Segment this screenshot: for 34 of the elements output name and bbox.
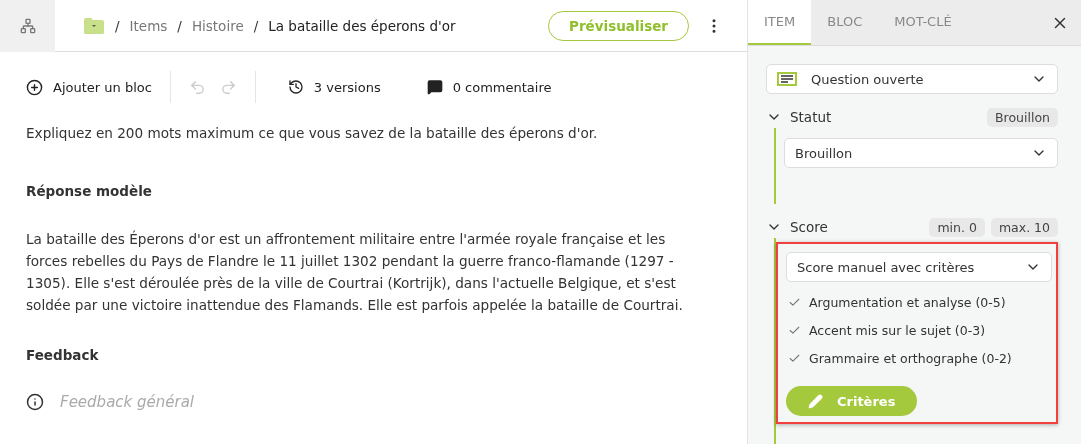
criterion-label: Argumentation et analyse (0-5) [809,294,1006,310]
status-section-toggle[interactable]: Statut [766,109,832,125]
panel-tab[interactable]: ITEM [748,0,812,45]
breadcrumb-link[interactable]: Items [129,17,168,34]
min-score-badge: min. 0 [929,217,985,237]
comments-button[interactable]: 0 commentaire [426,79,552,95]
feedback-heading: Feedback [26,346,100,365]
status-badge: Brouillon [987,107,1058,127]
model-answer-text: La bataille des Éperons d'or est un affrontement militaire entre l'armée royale française et les forces rebelles du Pays de Flandre le 11 juillet 1302 pendant la guerre franco-flamande (1297 - 1305). Elle s'est déroulée près de la ville de Courtrai (Kortrijk), dans l'actuelle Belgique, et s'est soldée par une victoire inattendue des Flamands. Elle est parfois appelée la bataille de Courtrai. [26,229,684,315]
add-block-button[interactable]: Ajouter un bloc [26,78,152,96]
tree-icon [19,17,36,34]
status-select[interactable]: Brouillon [784,138,1058,168]
question-text: Expliquez en 200 mots maximum ce que vous savez de la bataille des éperons d'or. [26,124,599,143]
criterion-label: Grammaire et orthographe (0-2) [809,350,1012,366]
score-section-toggle[interactable]: Score [766,219,828,235]
breadcrumb-separator: / [115,17,120,34]
pencil-icon [808,393,823,409]
max-score-badge: max. 10 [990,217,1058,237]
criterion-label: Accent mis sur le sujet (0-3) [809,322,986,338]
breadcrumb-separator: / [177,17,182,34]
history-icon [287,79,304,95]
text-box-icon [777,72,797,86]
breadcrumb-link[interactable]: La bataille des éperons d'or [268,17,456,34]
add-icon [26,78,43,96]
breadcrumb-link[interactable]: Histoire [191,17,244,34]
comment-icon [426,79,443,95]
info-icon [26,393,44,411]
folder-icon[interactable] [83,16,105,35]
versions-button[interactable]: 3 versions [287,79,381,95]
item-type-select[interactable]: Question ouverte [766,64,1058,94]
model-answer-heading: Réponse modèle [26,182,153,201]
tree-view-button[interactable] [0,0,55,52]
score-mode-select[interactable]: Score manuel avec critères [786,252,1052,282]
breadcrumb-separator: / [253,17,259,34]
